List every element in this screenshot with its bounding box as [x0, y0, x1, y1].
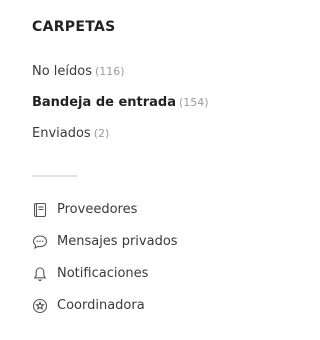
link-label: Proveedores: [57, 202, 138, 217]
folder-name: Enviados: [32, 126, 91, 141]
bell-icon: [32, 266, 48, 282]
star-badge-icon: [32, 298, 48, 314]
link-label: Mensajes privados: [57, 234, 178, 249]
folder-sent[interactable]: Enviados (2): [32, 124, 109, 144]
link-label: Notificaciones: [57, 266, 149, 281]
folder-unread[interactable]: No leídos (116): [32, 62, 125, 82]
panel-title: CARPETAS: [32, 19, 116, 35]
link-mensajes-privados[interactable]: Mensajes privados: [32, 232, 178, 252]
divider: [32, 175, 78, 177]
folder-count: (2): [93, 127, 110, 140]
folder-inbox[interactable]: Bandeja de entrada (154): [32, 93, 209, 113]
folder-name: No leídos: [32, 64, 93, 79]
link-proveedores[interactable]: Proveedores: [32, 200, 137, 220]
link-coordinadora[interactable]: Coordinadora: [32, 296, 145, 316]
link-notificaciones[interactable]: Notificaciones: [32, 264, 148, 284]
folder-count: (116): [95, 65, 125, 78]
folders-panel: CARPETAS No leídos (116) Bandeja de entra…: [0, 0, 226, 340]
chat-bubble-icon: [32, 234, 48, 250]
book-icon: [32, 202, 48, 218]
folder-name: Bandeja de entrada: [32, 95, 177, 110]
folder-count: (154): [179, 96, 209, 109]
link-label: Coordinadora: [57, 298, 145, 313]
